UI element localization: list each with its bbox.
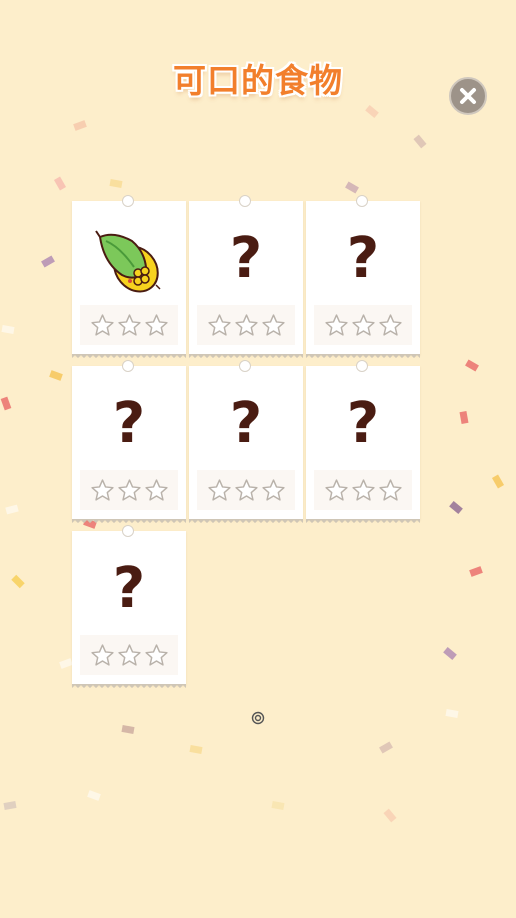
star-empty-icon [234,478,258,501]
food-card[interactable] [72,195,186,360]
question-mark: ? [112,556,146,621]
star-rating [314,470,412,510]
question-mark: ? [346,391,380,456]
pin-icon [239,360,251,372]
star-empty-icon [144,643,168,666]
star-empty-icon [234,313,258,336]
star-rating [314,305,412,345]
star-empty-icon [90,643,114,666]
star-empty-icon [324,313,348,336]
star-rating [80,305,178,345]
loading-ring-icon [251,711,265,725]
star-empty-icon [378,313,402,336]
star-empty-icon [117,478,141,501]
star-empty-icon [90,478,114,501]
star-empty-icon [207,478,231,501]
food-card-locked[interactable]: ? [189,195,303,360]
food-card-locked[interactable]: ? [306,360,420,525]
star-rating [197,305,295,345]
close-x-icon [460,88,476,104]
pin-icon [122,525,134,537]
food-card-locked[interactable]: ? [72,525,186,690]
star-empty-icon [351,478,375,501]
star-empty-icon [117,313,141,336]
star-empty-icon [261,478,285,501]
pin-icon [239,195,251,207]
question-mark: ? [112,391,146,456]
food-card-locked[interactable]: ? [72,360,186,525]
corn-icon [95,230,161,293]
star-empty-icon [90,313,114,336]
pin-icon [356,360,368,372]
pin-icon [122,360,134,372]
star-empty-icon [261,313,285,336]
close-button[interactable] [449,77,487,115]
food-card-locked[interactable]: ? [189,360,303,525]
star-empty-icon [351,313,375,336]
star-empty-icon [144,478,168,501]
question-mark: ? [346,226,380,291]
star-rating [80,635,178,675]
star-empty-icon [144,313,168,336]
star-rating [80,470,178,510]
food-card-locked[interactable]: ? [306,195,420,360]
pin-icon [122,195,134,207]
page-title: 可口的食物 [173,61,343,100]
star-empty-icon [117,643,141,666]
star-rating [197,470,295,510]
star-empty-icon [207,313,231,336]
star-empty-icon [324,478,348,501]
question-mark: ? [229,391,263,456]
pin-icon [356,195,368,207]
star-empty-icon [378,478,402,501]
question-mark: ? [229,226,263,291]
